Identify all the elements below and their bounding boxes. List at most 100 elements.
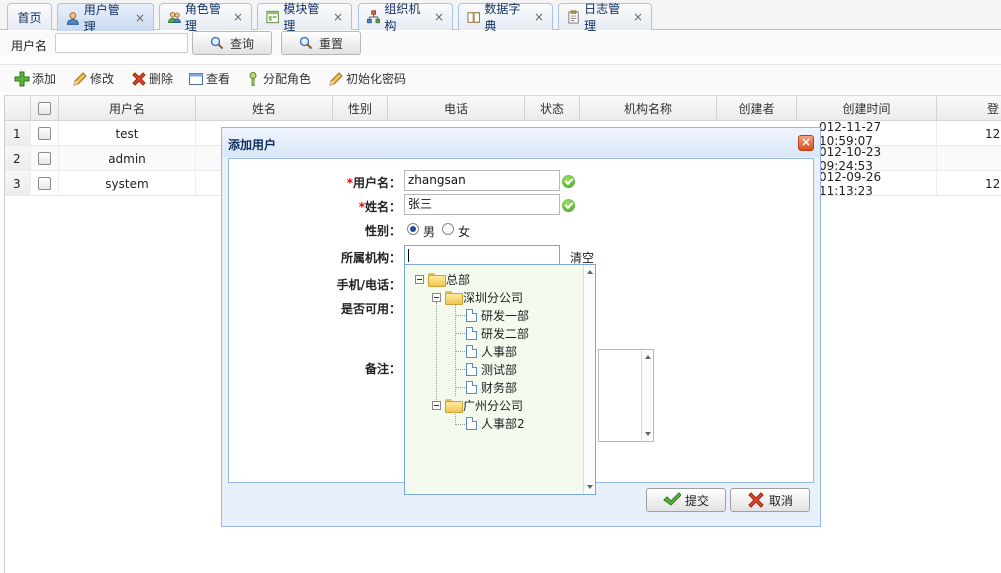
file-icon — [466, 344, 477, 358]
scroll-down-icon[interactable] — [587, 485, 593, 489]
tree-node-hr[interactable]: 人事部 — [466, 342, 517, 360]
tab-data-dictionary[interactable]: 数据字典 × — [458, 2, 553, 33]
tree-node-guangzhou[interactable]: 广州分公司 — [432, 396, 523, 414]
tree-guide — [436, 302, 437, 410]
file-icon — [466, 326, 477, 340]
username-cell: admin — [59, 146, 196, 171]
close-icon[interactable]: × — [434, 10, 444, 24]
query-button[interactable]: 查询 — [192, 31, 272, 55]
column-header[interactable]: 用户名 — [59, 96, 196, 121]
tab-label: 组织机构 — [384, 2, 421, 33]
scrollbar[interactable] — [641, 350, 653, 441]
check-icon — [562, 199, 575, 212]
tab-label: 数据字典 — [484, 2, 521, 33]
column-header[interactable]: 创建者 — [717, 96, 797, 121]
toolbar: 添加 修改 删除 查看 分配角色 初始化密码 — [0, 64, 1001, 92]
assign-role-button[interactable]: 分配角色 — [245, 70, 311, 87]
user-icon — [66, 11, 79, 25]
folder-icon — [445, 399, 463, 413]
scroll-down-icon[interactable] — [645, 432, 651, 436]
column-header[interactable]: 状态 — [525, 96, 580, 121]
org-input[interactable] — [404, 245, 560, 266]
tree-node-shenzhen[interactable]: 深圳分公司 — [432, 288, 523, 306]
tree-node-test[interactable]: 测试部 — [466, 360, 517, 378]
view-button[interactable]: 查看 — [188, 70, 230, 87]
scroll-up-icon[interactable] — [645, 355, 651, 359]
search-username-input[interactable] — [55, 33, 188, 53]
collapse-icon[interactable] — [432, 400, 441, 410]
tree-node-rd2[interactable]: 研发二部 — [466, 324, 529, 342]
gender-female-radio[interactable] — [442, 223, 454, 235]
scroll-up-icon[interactable] — [587, 270, 593, 274]
login-cell: 127. — [985, 126, 1001, 141]
dialog-title-bar[interactable]: 添加用户 × — [222, 128, 820, 157]
tab-module-management[interactable]: 模块管理 × — [257, 2, 352, 33]
init-password-button[interactable]: 初始化密码 — [328, 70, 406, 87]
username-cell: test — [59, 121, 196, 146]
column-header[interactable]: 机构名称 — [580, 96, 717, 121]
collapse-icon[interactable] — [415, 274, 424, 284]
tree-node-rd1[interactable]: 研发一部 — [466, 306, 529, 324]
remark-label: 备注： — [364, 362, 401, 376]
column-header[interactable]: 登 — [937, 96, 1001, 121]
tab-role-management[interactable]: 角色管理 × — [159, 2, 252, 33]
submit-button[interactable]: 提交 — [646, 488, 726, 512]
reset-button[interactable]: 重置 — [281, 31, 361, 55]
tab-user-management[interactable]: 用户管理 × — [57, 3, 154, 34]
row-checkbox-cell[interactable] — [31, 146, 59, 171]
remark-textarea[interactable] — [598, 349, 654, 442]
delete-button[interactable]: 删除 — [131, 70, 173, 87]
name-input[interactable]: 张三 — [404, 194, 560, 215]
tree-node-headquarters[interactable]: 总部 — [415, 270, 470, 288]
gender-male-radio[interactable] — [407, 223, 419, 235]
column-header[interactable]: 姓名 — [196, 96, 333, 121]
plus-icon — [14, 71, 30, 86]
edit-button[interactable]: 修改 — [72, 70, 114, 87]
close-icon[interactable]: × — [534, 10, 544, 24]
row-checkbox[interactable] — [38, 177, 51, 190]
org-tree-dropdown: 总部 深圳分公司 研发一部 研发二部 人事部 测试部 财务部 广州分公司 人事部… — [404, 264, 596, 495]
row-checkbox-cell[interactable] — [31, 171, 59, 196]
search-icon — [299, 36, 313, 50]
close-icon[interactable]: × — [333, 10, 343, 24]
gender-label: 性别： — [364, 224, 401, 238]
row-checkbox-cell[interactable] — [31, 121, 59, 146]
tab-label: 首页 — [17, 10, 42, 25]
column-header[interactable]: 性别 — [333, 96, 388, 121]
window-icon — [189, 72, 203, 85]
tree-node-hr2[interactable]: 人事部2 — [466, 414, 525, 432]
name-label: *姓名： — [358, 200, 401, 214]
row-checkbox[interactable] — [38, 127, 51, 140]
username-cell: system — [59, 171, 196, 196]
collapse-icon[interactable] — [432, 292, 441, 302]
cancel-button[interactable]: 取消 — [730, 488, 810, 512]
tree-node-finance[interactable]: 财务部 — [466, 378, 517, 396]
pencil-icon — [329, 71, 343, 86]
tab-organization[interactable]: 组织机构 × — [358, 2, 453, 33]
search-icon — [210, 36, 224, 50]
tab-log-management[interactable]: 日志管理 × — [558, 2, 652, 33]
key-icon — [249, 71, 257, 86]
column-header[interactable]: 创建时间 — [797, 96, 937, 121]
scrollbar[interactable] — [583, 265, 595, 494]
select-all-checkbox[interactable] — [38, 102, 51, 115]
file-icon — [466, 416, 477, 430]
book-icon — [467, 12, 480, 23]
tree-guide — [455, 315, 465, 316]
row-checkbox[interactable] — [38, 152, 51, 165]
close-icon[interactable]: × — [135, 11, 145, 25]
close-icon[interactable]: × — [233, 10, 243, 24]
column-header[interactable]: 电话 — [388, 96, 525, 121]
close-icon[interactable]: × — [798, 135, 814, 151]
tab-label: 日志管理 — [584, 2, 621, 33]
tree-guide — [455, 424, 465, 425]
text-cursor — [408, 249, 409, 262]
module-icon — [266, 10, 279, 24]
select-all-cell[interactable] — [31, 96, 59, 121]
add-button[interactable]: 添加 — [14, 70, 56, 87]
tab-home[interactable]: 首页 — [7, 3, 52, 30]
username-input[interactable]: zhangsan — [404, 170, 560, 191]
close-icon[interactable]: × — [633, 10, 643, 24]
search-username-label: 用户名 — [11, 39, 48, 53]
log-icon — [568, 10, 579, 24]
